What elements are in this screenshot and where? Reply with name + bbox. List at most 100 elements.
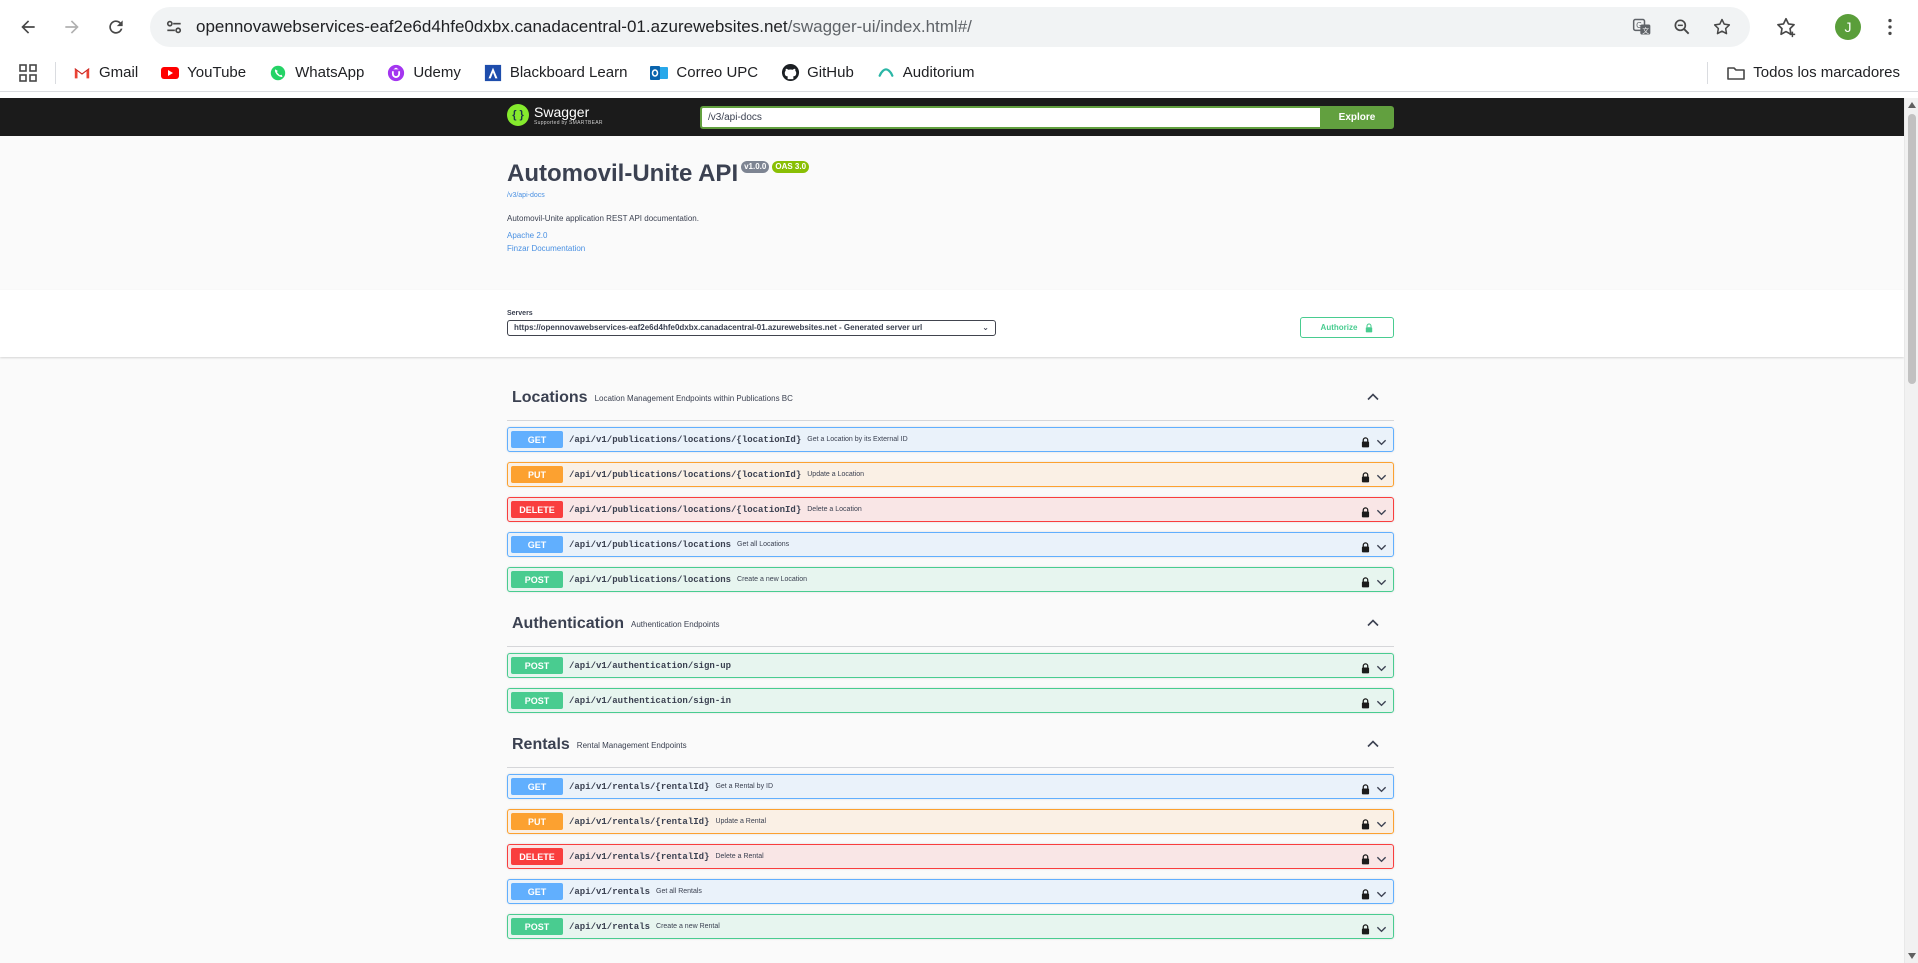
api-title: Automovil-Unite API bbox=[507, 160, 739, 187]
scrollbar-thumb[interactable] bbox=[1908, 114, 1916, 384]
bookmarks-separator bbox=[55, 61, 56, 84]
outlook-icon bbox=[649, 63, 669, 83]
forward-button[interactable] bbox=[54, 9, 90, 45]
back-button[interactable] bbox=[10, 9, 46, 45]
http-method-badge: GET bbox=[511, 778, 563, 795]
lock-icon[interactable] bbox=[1361, 782, 1370, 795]
operation-delete[interactable]: DELETE/api/v1/publications/locations/{lo… bbox=[507, 497, 1394, 522]
operation-post[interactable]: POST/api/v1/rentals Create a new Rental bbox=[507, 914, 1394, 939]
chevron-down-icon[interactable] bbox=[1376, 887, 1387, 898]
lock-icon[interactable] bbox=[1361, 817, 1370, 830]
bookmark-whatsapp[interactable]: WhatsApp bbox=[268, 63, 364, 83]
chevron-up-icon[interactable] bbox=[1366, 616, 1380, 630]
swagger-logo[interactable]: { } Swagger Supported by SMARTBEAR bbox=[507, 104, 603, 126]
swagger-logo-icon: { } bbox=[507, 104, 529, 126]
chevron-down-icon[interactable] bbox=[1376, 575, 1387, 586]
operation-path: /api/v1/publications/locations bbox=[569, 574, 732, 585]
bookmark-label: Auditorium bbox=[902, 64, 975, 81]
lock-icon[interactable] bbox=[1361, 922, 1370, 935]
bookmark-github[interactable]: GitHub bbox=[780, 63, 854, 83]
tag-publications[interactable]: PublicationsPublication Management Endpo… bbox=[507, 949, 1394, 963]
chevron-down-icon[interactable] bbox=[1376, 782, 1387, 793]
github-icon bbox=[780, 63, 800, 83]
oas-badge: OAS 3.0 bbox=[772, 161, 810, 173]
spec-url-link[interactable]: /v3/api-docs bbox=[507, 192, 809, 199]
lock-icon[interactable] bbox=[1361, 696, 1370, 709]
chevron-down-icon[interactable] bbox=[1376, 922, 1387, 933]
svg-text:文: 文 bbox=[1642, 26, 1649, 35]
lock-icon[interactable] bbox=[1361, 661, 1370, 674]
apps-button[interactable] bbox=[18, 63, 45, 83]
lock-icon[interactable] bbox=[1361, 435, 1370, 448]
lock-icon[interactable] bbox=[1361, 852, 1370, 865]
operation-get[interactable]: GET/api/v1/publications/locations Get all… bbox=[507, 532, 1394, 557]
operation-get[interactable]: GET/api/v1/publications/locations/{locat… bbox=[507, 427, 1394, 452]
all-bookmarks-button[interactable]: Todos los marcadores bbox=[1726, 63, 1900, 83]
lock-icon[interactable] bbox=[1361, 505, 1370, 518]
tag-name: Rentals bbox=[512, 736, 570, 753]
spec-url-input[interactable] bbox=[700, 106, 1320, 129]
servers-select[interactable]: https://opennovawebservices-eaf2e6d4hfe0… bbox=[507, 320, 996, 336]
chevron-up-icon[interactable] bbox=[1366, 390, 1380, 404]
zoom-icon[interactable] bbox=[1666, 11, 1698, 43]
tag-rentals[interactable]: Rentals Rental Management Endpoints bbox=[507, 723, 1394, 768]
lock-icon[interactable] bbox=[1361, 470, 1370, 483]
chevron-up-icon[interactable] bbox=[1366, 737, 1380, 751]
operation-get[interactable]: GET/api/v1/rentals/{rentalId} Get a Renta… bbox=[507, 774, 1394, 799]
address-bar[interactable]: opennovawebservices-eaf2e6d4hfe0dxbx.can… bbox=[150, 7, 1750, 47]
blackboard-icon bbox=[483, 63, 503, 83]
lock-icon[interactable] bbox=[1361, 575, 1370, 588]
tag-authentication[interactable]: Authentication Authentication Endpoints bbox=[507, 602, 1394, 647]
bookmark-gmail[interactable]: Gmail bbox=[72, 63, 138, 83]
http-method-badge: POST bbox=[511, 918, 563, 935]
lock-icon[interactable] bbox=[1361, 887, 1370, 900]
operation-summary: Delete a Rental bbox=[715, 853, 764, 860]
lock-icon[interactable] bbox=[1361, 540, 1370, 553]
bookmark-udemy[interactable]: Udemy bbox=[386, 63, 461, 83]
bookmark-star-icon[interactable] bbox=[1706, 11, 1738, 43]
page-scrollbar[interactable] bbox=[1904, 98, 1918, 963]
bookmark-blackboard[interactable]: Blackboard Learn bbox=[483, 63, 627, 83]
external-docs-link[interactable]: Finzar Documentation bbox=[507, 244, 809, 253]
authorize-button[interactable]: Authorize bbox=[1300, 317, 1394, 338]
operation-post[interactable]: POST/api/v1/authentication/sign-in bbox=[507, 688, 1394, 713]
operation-path: /api/v1/publications/locations bbox=[569, 539, 732, 550]
license-link[interactable]: Apache 2.0 bbox=[507, 231, 809, 240]
servers-selected-value: https://opennovawebservices-eaf2e6d4hfe0… bbox=[514, 323, 923, 332]
operation-put[interactable]: PUT/api/v1/rentals/{rentalId} Update a Re… bbox=[507, 809, 1394, 834]
chevron-down-icon[interactable] bbox=[1376, 505, 1387, 516]
gmail-icon bbox=[72, 63, 92, 83]
chevron-down-icon[interactable] bbox=[1376, 661, 1387, 672]
operation-delete[interactable]: DELETE/api/v1/rentals/{rentalId} Delete a… bbox=[507, 844, 1394, 869]
tag-name: Locations bbox=[512, 389, 588, 406]
menu-kebab-icon[interactable] bbox=[1872, 9, 1908, 45]
chevron-down-icon[interactable] bbox=[1376, 696, 1387, 707]
explore-button[interactable]: Explore bbox=[1320, 106, 1394, 129]
operation-get[interactable]: GET/api/v1/rentals Get all Rentals bbox=[507, 879, 1394, 904]
profile-button[interactable]: J bbox=[1830, 9, 1866, 45]
bookmark-correo-upc[interactable]: Correo UPC bbox=[649, 63, 758, 83]
chevron-down-icon[interactable] bbox=[1376, 435, 1387, 446]
tag-locations[interactable]: Locations Location Management Endpoints w… bbox=[507, 376, 1394, 421]
scroll-down-arrow-icon[interactable] bbox=[1908, 953, 1916, 959]
operation-post[interactable]: POST/api/v1/authentication/sign-up bbox=[507, 653, 1394, 678]
operation-post[interactable]: POST/api/v1/publications/locations Create… bbox=[507, 567, 1394, 592]
translate-icon[interactable]: G文 bbox=[1626, 11, 1658, 43]
servers-section: Servers https://opennovawebservices-eaf2… bbox=[0, 290, 1904, 357]
operation-put[interactable]: PUT/api/v1/publications/locations/{locat… bbox=[507, 462, 1394, 487]
chevron-down-icon[interactable] bbox=[1376, 852, 1387, 863]
operation-summary: Delete a Location bbox=[807, 506, 862, 513]
bookmark-auditorium[interactable]: Auditorium bbox=[876, 63, 975, 83]
bookmark-youtube[interactable]: YouTube bbox=[160, 63, 246, 83]
scroll-up-arrow-icon[interactable] bbox=[1908, 102, 1916, 108]
chevron-down-icon[interactable] bbox=[1376, 470, 1387, 481]
auditorium-icon bbox=[876, 63, 896, 83]
reading-list-icon[interactable] bbox=[1768, 9, 1804, 45]
chevron-down-icon[interactable] bbox=[1376, 540, 1387, 551]
reload-button[interactable] bbox=[98, 9, 134, 45]
bookmarks-bar: Gmail YouTube WhatsApp Udemy Blackboard … bbox=[0, 54, 1918, 92]
chevron-down-icon[interactable] bbox=[1376, 817, 1387, 828]
site-settings-icon[interactable] bbox=[162, 15, 186, 39]
browser-toolbar: opennovawebservices-eaf2e6d4hfe0dxbx.can… bbox=[0, 0, 1918, 54]
operation-summary: Create a new Rental bbox=[656, 923, 720, 930]
